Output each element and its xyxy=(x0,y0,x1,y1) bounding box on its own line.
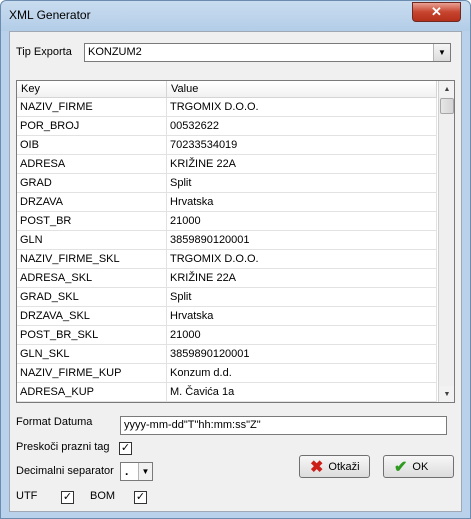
key-cell[interactable]: POST_BR_SKL xyxy=(17,326,167,345)
bom-label: BOM xyxy=(90,490,116,502)
value-cell[interactable]: 00532622 xyxy=(167,117,437,136)
value-cell[interactable]: TRGOMIX D.O.O. xyxy=(167,98,437,117)
chevron-down-icon[interactable]: ▼ xyxy=(433,44,450,61)
grid-rows: NAZIV_FIRME TRGOMIX D.O.O. POR_BROJ 0053262… xyxy=(17,98,437,402)
value-cell[interactable]: Hrvatska xyxy=(167,307,437,326)
key-cell[interactable]: NAZIV_FIRME xyxy=(17,98,167,117)
checkmark-icon: ✓ xyxy=(135,491,146,503)
ok-button[interactable]: ✔ OK xyxy=(383,455,454,478)
ok-button-label: OK xyxy=(412,460,429,473)
close-button[interactable]: ✕ xyxy=(412,2,461,22)
key-cell[interactable]: DRZAVA_SKL xyxy=(17,307,167,326)
table-row[interactable]: GRAD Split xyxy=(17,174,437,193)
dialog-body: Tip Exporta KONZUM2 ▼ Key Value NAZIV_FI… xyxy=(9,31,462,512)
table-row[interactable]: ADRESA_KUP M. Čavića 1a xyxy=(17,383,437,402)
grid-header: Key Value xyxy=(17,81,437,98)
table-row[interactable]: DRZAVA_SKL Hrvatska xyxy=(17,307,437,326)
key-cell[interactable]: ADRESA xyxy=(17,155,167,174)
window-title: XML Generator xyxy=(9,8,91,22)
vertical-scrollbar[interactable]: ▲ ▼ xyxy=(438,81,454,402)
value-cell[interactable]: 3859890120001 xyxy=(167,231,437,250)
cancel-button-label: Otkaži xyxy=(328,460,360,473)
decimal-separator-label: Decimalni separator xyxy=(16,465,114,477)
app-window: XML Generator ✕ Tip Exporta KONZUM2 ▼ Ke… xyxy=(0,0,471,519)
table-row[interactable]: OIB 70233534019 xyxy=(17,136,437,155)
value-cell[interactable]: 3859890120001 xyxy=(167,345,437,364)
key-cell[interactable]: POST_BR xyxy=(17,212,167,231)
cancel-button[interactable]: ✖ Otkaži xyxy=(299,455,370,478)
checkmark-icon: ✓ xyxy=(120,442,131,454)
date-format-input[interactable]: yyyy-mm-dd"T"hh:mm:ss"Z" xyxy=(120,416,447,435)
key-cell[interactable]: ADRESA_KUP xyxy=(17,383,167,402)
value-cell[interactable]: 21000 xyxy=(167,212,437,231)
table-row[interactable]: GLN 3859890120001 xyxy=(17,231,437,250)
table-row[interactable]: ADRESA KRIŽINE 22A xyxy=(17,155,437,174)
cancel-x-icon: ✖ xyxy=(310,458,324,476)
table-row[interactable]: NAZIV_FIRME TRGOMIX D.O.O. xyxy=(17,98,437,117)
scrollbar-thumb[interactable] xyxy=(440,98,454,114)
skip-empty-tag-checkbox[interactable]: ✓ xyxy=(119,442,132,455)
skip-empty-tag-label: Preskoči prazni tag xyxy=(16,441,110,453)
key-cell[interactable]: GRAD_SKL xyxy=(17,288,167,307)
table-row[interactable]: NAZIV_FIRME_KUP Konzum d.d. xyxy=(17,364,437,383)
checkmark-icon: ✓ xyxy=(62,491,73,503)
table-row[interactable]: POST_BR 21000 xyxy=(17,212,437,231)
scroll-up-arrow-icon[interactable]: ▲ xyxy=(439,81,454,97)
value-cell[interactable]: M. Čavića 1a xyxy=(167,383,437,402)
utf-label: UTF xyxy=(16,490,38,502)
key-cell[interactable]: GRAD xyxy=(17,174,167,193)
checkmark-icon: ✔ xyxy=(394,458,408,476)
bom-checkbox[interactable]: ✓ xyxy=(134,491,147,504)
key-cell[interactable]: OIB xyxy=(17,136,167,155)
key-cell[interactable]: POR_BROJ xyxy=(17,117,167,136)
table-row[interactable]: NAZIV_FIRME_SKL TRGOMIX D.O.O. xyxy=(17,250,437,269)
value-cell[interactable]: Split xyxy=(167,288,437,307)
date-format-label: Format Datuma xyxy=(16,416,93,428)
scroll-down-arrow-icon[interactable]: ▼ xyxy=(439,386,454,402)
column-header-key[interactable]: Key xyxy=(17,81,167,98)
value-cell[interactable]: Split xyxy=(167,174,437,193)
table-row[interactable]: GLN_SKL 3859890120001 xyxy=(17,345,437,364)
close-icon: ✕ xyxy=(431,4,442,19)
value-cell[interactable]: KRIŽINE 22A xyxy=(167,155,437,174)
key-cell[interactable]: NAZIV_FIRME_SKL xyxy=(17,250,167,269)
export-type-label: Tip Exporta xyxy=(16,46,72,58)
table-row[interactable]: ADRESA_SKL KRIŽINE 22A xyxy=(17,269,437,288)
chevron-down-icon[interactable]: ▼ xyxy=(138,463,152,480)
key-cell[interactable]: GLN_SKL xyxy=(17,345,167,364)
value-cell[interactable]: Hrvatska xyxy=(167,193,437,212)
key-cell[interactable]: DRZAVA xyxy=(17,193,167,212)
value-cell[interactable]: KRIŽINE 22A xyxy=(167,269,437,288)
table-row[interactable]: POR_BROJ 00532622 xyxy=(17,117,437,136)
title-bar[interactable]: XML Generator ✕ xyxy=(1,1,470,31)
key-value-grid[interactable]: Key Value NAZIV_FIRME TRGOMIX D.O.O. POR_B… xyxy=(16,80,455,403)
value-cell[interactable]: TRGOMIX D.O.O. xyxy=(167,250,437,269)
column-header-value[interactable]: Value xyxy=(167,81,437,98)
table-row[interactable]: POST_BR_SKL 21000 xyxy=(17,326,437,345)
value-cell[interactable]: Konzum d.d. xyxy=(167,364,437,383)
decimal-separator-select[interactable]: . ▼ xyxy=(120,462,153,481)
value-cell[interactable]: 70233534019 xyxy=(167,136,437,155)
key-cell[interactable]: NAZIV_FIRME_KUP xyxy=(17,364,167,383)
export-type-select[interactable]: KONZUM2 ▼ xyxy=(84,43,451,62)
export-type-value: KONZUM2 xyxy=(88,46,142,58)
value-cell[interactable]: 21000 xyxy=(167,326,437,345)
table-row[interactable]: GRAD_SKL Split xyxy=(17,288,437,307)
decimal-separator-value: . xyxy=(125,464,129,478)
table-row[interactable]: DRZAVA Hrvatska xyxy=(17,193,437,212)
key-cell[interactable]: GLN xyxy=(17,231,167,250)
utf-checkbox[interactable]: ✓ xyxy=(61,491,74,504)
key-cell[interactable]: ADRESA_SKL xyxy=(17,269,167,288)
